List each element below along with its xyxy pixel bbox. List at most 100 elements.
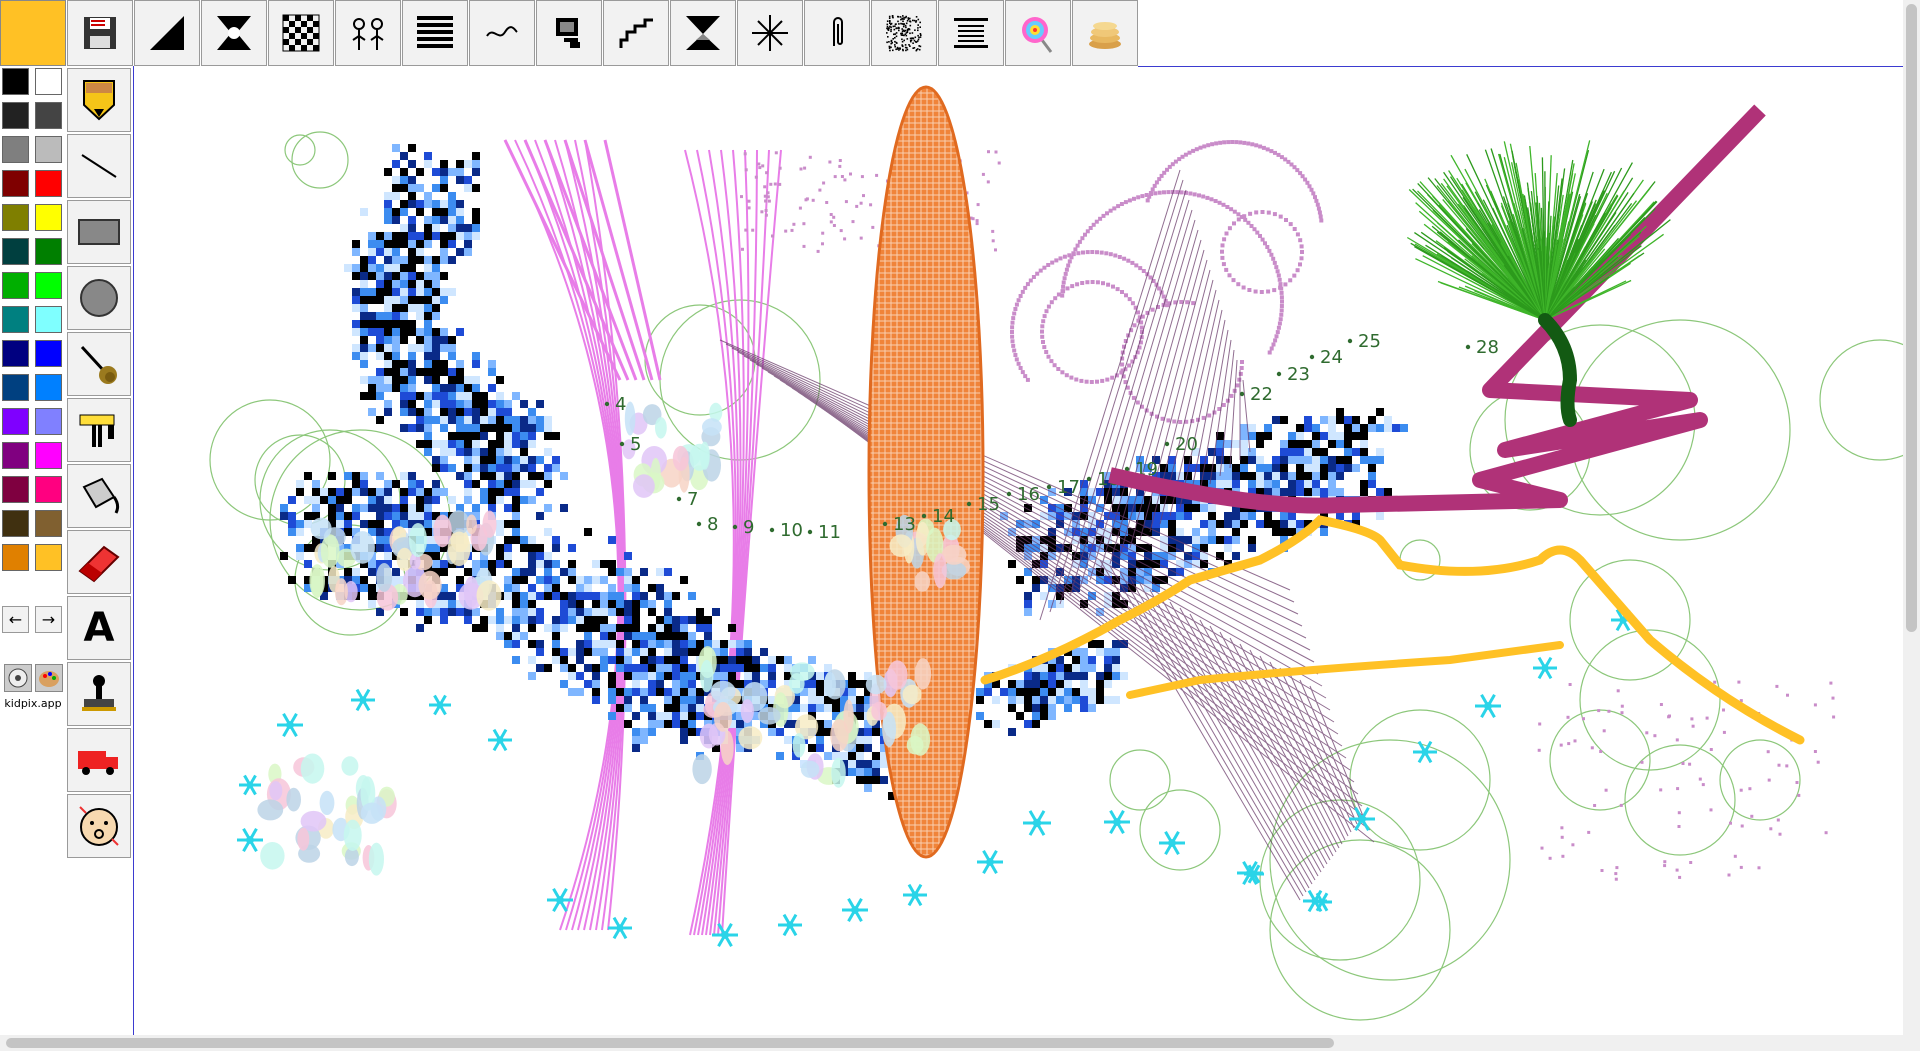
- line-icon: [81, 154, 117, 178]
- eraser-tool[interactable]: [67, 530, 131, 594]
- palette-swatch[interactable]: [2, 442, 29, 469]
- save-button[interactable]: [67, 0, 133, 66]
- palette-swatch[interactable]: [35, 408, 62, 435]
- palette-swatch[interactable]: [2, 476, 29, 503]
- dot-number: 14: [932, 506, 955, 527]
- app-label: kidpix.app: [4, 697, 62, 710]
- checkerboard-button[interactable]: [268, 0, 334, 66]
- dot-number: 28: [1476, 337, 1499, 358]
- dot-number: 17: [1057, 477, 1080, 498]
- dot-number: 9: [743, 517, 754, 538]
- lollipop-button[interactable]: [1005, 0, 1071, 66]
- truck-tool[interactable]: [67, 728, 131, 792]
- dot-number: 22: [1250, 384, 1273, 405]
- palette-swatch[interactable]: [35, 544, 62, 571]
- hourglass-button[interactable]: [201, 0, 267, 66]
- noise-button[interactable]: [871, 0, 937, 66]
- vertical-scrollbar[interactable]: [1903, 0, 1920, 1036]
- palette-swatch[interactable]: [35, 170, 62, 197]
- palette-swatch[interactable]: [2, 340, 29, 367]
- palette-swatch[interactable]: [2, 204, 29, 231]
- rectangle-tool[interactable]: [67, 200, 131, 264]
- bowtie-button[interactable]: [670, 0, 736, 66]
- dot-number: 15: [977, 494, 1000, 515]
- paperclip-button[interactable]: [804, 0, 870, 66]
- app-icon-2[interactable]: [35, 664, 63, 692]
- hourglass-icon: [217, 16, 251, 50]
- mixer-icon: [79, 414, 115, 447]
- text-tool[interactable]: A: [67, 596, 131, 660]
- diagonal-fill-button[interactable]: [134, 0, 200, 66]
- palette-swatch[interactable]: [2, 272, 29, 299]
- vertical-scroll-thumb[interactable]: [1906, 4, 1917, 632]
- palette-swatch[interactable]: [2, 136, 29, 163]
- palette-swatch[interactable]: [35, 442, 62, 469]
- sparkle-button[interactable]: [737, 0, 803, 66]
- palette-swatch[interactable]: [2, 374, 29, 401]
- squiggle-icon: [486, 26, 518, 37]
- palette-swatch[interactable]: [35, 136, 62, 163]
- stripes-button[interactable]: [402, 0, 468, 66]
- palette-swatch[interactable]: [35, 306, 62, 333]
- palette-swatch[interactable]: [35, 102, 62, 129]
- monitor-button[interactable]: [536, 0, 602, 66]
- app-icon-1[interactable]: [4, 664, 32, 692]
- brush-tool[interactable]: [67, 332, 131, 396]
- brush-icon: [80, 345, 117, 384]
- palette-swatch[interactable]: [35, 510, 62, 537]
- palette-swatch[interactable]: [2, 170, 29, 197]
- paint-bucket-tool[interactable]: [67, 464, 131, 528]
- palette-app-icon: [39, 671, 59, 687]
- pancakes-button[interactable]: [1072, 0, 1138, 66]
- circle-icon: [80, 279, 118, 317]
- palette-swatch[interactable]: [2, 544, 29, 571]
- scanlines-button[interactable]: [938, 0, 1004, 66]
- palette-swatch[interactable]: [35, 272, 62, 299]
- tree-trunk: [1538, 313, 1578, 427]
- palette-swatch[interactable]: [35, 68, 62, 95]
- face-tool[interactable]: [67, 794, 131, 858]
- horizontal-scroll-thumb[interactable]: [6, 1038, 1334, 1048]
- stamp-tool[interactable]: [67, 662, 131, 726]
- palette-swatch[interactable]: [2, 68, 29, 95]
- stairs-icon: [619, 18, 653, 48]
- paint-bucket-icon: [82, 477, 120, 514]
- drawing-canvas[interactable]: 4578 9 10 11 13 1415 16 17 18 192022232425 28: [133, 67, 1911, 1030]
- palette-prev-button[interactable]: ←: [2, 606, 29, 633]
- palette-swatch[interactable]: [35, 476, 62, 503]
- rectangle-icon: [78, 219, 120, 245]
- scanlines-icon: [954, 18, 988, 48]
- dot-number: 5: [630, 434, 641, 455]
- dot-number: 11: [818, 522, 841, 543]
- dot-number: 7: [687, 489, 698, 510]
- dot-number: 23: [1287, 364, 1310, 385]
- palette-swatch[interactable]: [35, 374, 62, 401]
- palette-swatch[interactable]: [2, 238, 29, 265]
- rubber-stamp-icon: [82, 675, 116, 711]
- lollipop-icon: [1022, 17, 1053, 53]
- palette-swatch[interactable]: [35, 340, 62, 367]
- diagonal-fill-icon: [150, 16, 184, 50]
- squiggle-button[interactable]: [469, 0, 535, 66]
- palette-swatch[interactable]: [2, 102, 29, 129]
- palette-swatch[interactable]: [2, 408, 29, 435]
- paperclip-icon: [833, 17, 843, 46]
- bowtie-icon: [686, 16, 720, 50]
- palette-swatch[interactable]: [2, 510, 29, 537]
- pencil-tool[interactable]: [67, 68, 131, 132]
- dot-number: 25: [1358, 331, 1381, 352]
- palette-swatch[interactable]: [2, 306, 29, 333]
- eraser-icon: [78, 545, 120, 583]
- palette-swatch[interactable]: [35, 204, 62, 231]
- horizontal-scrollbar[interactable]: [0, 1035, 1920, 1051]
- mixer-tool[interactable]: [67, 398, 131, 462]
- stairs-button[interactable]: [603, 0, 669, 66]
- noise-icon: [886, 15, 922, 52]
- palette-swatch[interactable]: [35, 238, 62, 265]
- line-tool[interactable]: [67, 134, 131, 198]
- flower-stamp-button[interactable]: [335, 0, 401, 66]
- palette-next-button[interactable]: →: [35, 606, 62, 633]
- dot-number: 10: [780, 520, 803, 541]
- circle-tool[interactable]: [67, 266, 131, 330]
- dot-number: 20: [1175, 434, 1198, 455]
